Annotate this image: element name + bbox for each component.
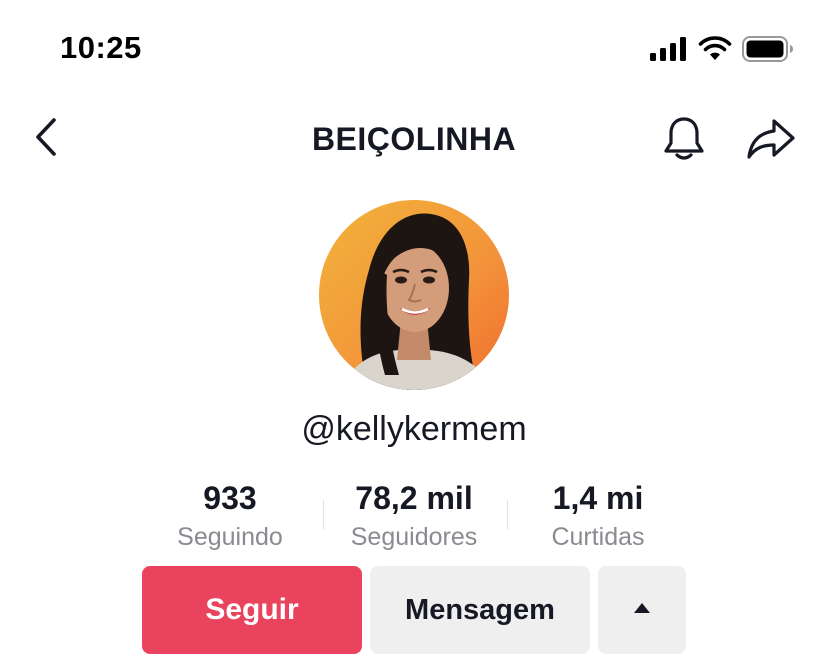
profile-username: @kellykermem — [301, 410, 527, 448]
stat-label: Curtidas — [551, 523, 645, 551]
status-bar: 10:25 — [0, 0, 828, 100]
stat-label: Seguidores — [350, 523, 478, 551]
avatar[interactable] — [319, 200, 509, 390]
nav-bar: BEIÇOLINHA — [0, 105, 828, 175]
stats-divider — [507, 500, 508, 530]
stat-value: 78,2 mil — [355, 480, 473, 516]
avatar-image — [319, 200, 509, 390]
stat-followers[interactable]: 78,2 mil Seguidores — [324, 478, 504, 556]
notifications-button[interactable] — [658, 115, 710, 167]
stats-divider — [323, 500, 324, 530]
cellular-signal-icon — [650, 37, 688, 66]
profile-actions: Seguir Mensagem — [0, 566, 828, 654]
stat-likes[interactable]: 1,4 mi Curtidas — [508, 478, 688, 556]
status-icons — [650, 36, 794, 67]
wifi-icon — [698, 36, 732, 67]
stat-following[interactable]: 933 Seguindo — [140, 478, 320, 556]
share-arrow-icon — [746, 117, 796, 166]
stat-value: 933 — [203, 480, 257, 516]
follow-button[interactable]: Seguir — [142, 566, 362, 654]
triangle-up-icon — [633, 601, 651, 619]
message-button[interactable]: Mensagem — [370, 566, 590, 654]
stat-label: Seguindo — [177, 523, 283, 551]
stat-value: 1,4 mi — [552, 480, 644, 516]
bell-icon — [662, 115, 706, 168]
more-options-button[interactable] — [598, 566, 686, 654]
status-time: 10:25 — [60, 30, 142, 65]
share-button[interactable] — [744, 115, 798, 167]
battery-icon — [742, 36, 794, 67]
profile-stats: 933 Seguindo 78,2 mil Seguidores 1,4 mi … — [0, 478, 828, 558]
